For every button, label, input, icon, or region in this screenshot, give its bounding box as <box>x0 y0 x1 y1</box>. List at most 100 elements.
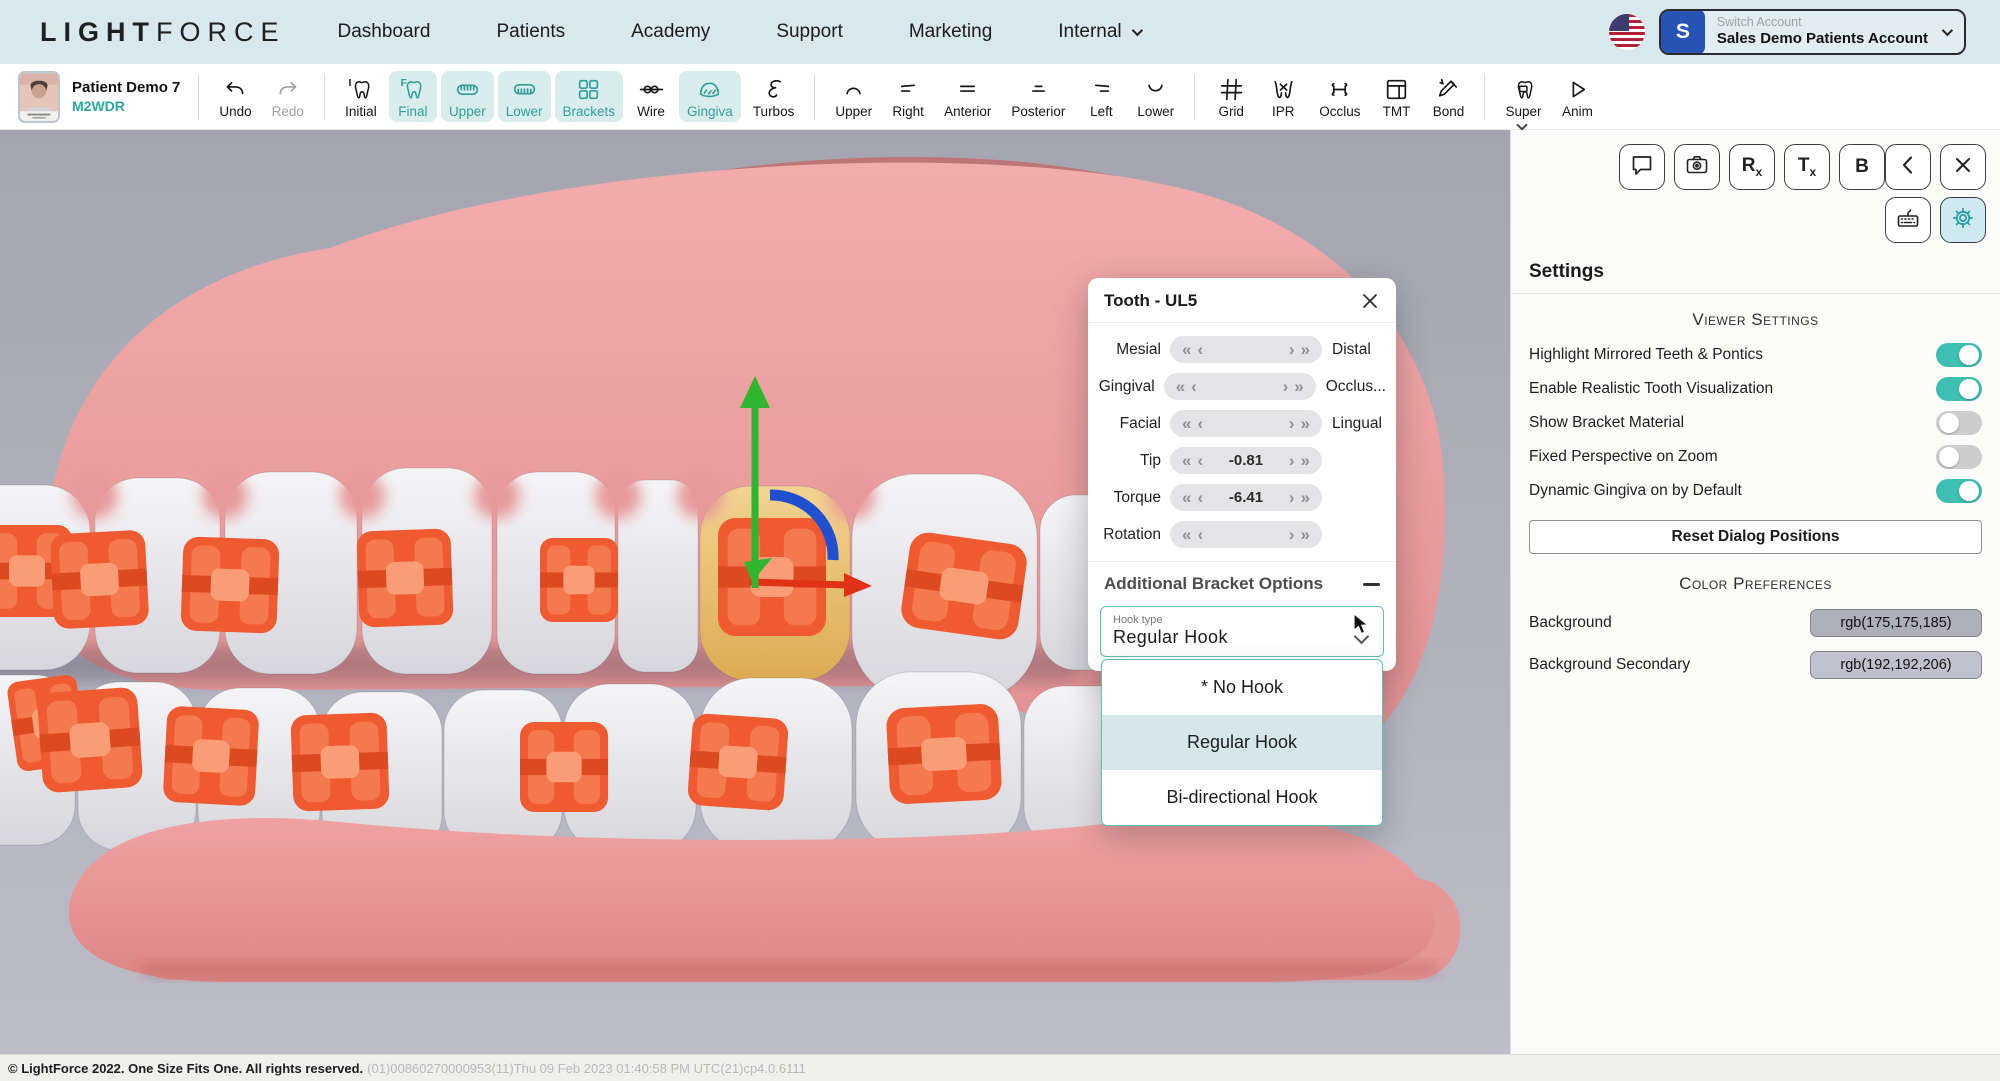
toolbar-button-redo[interactable]: Redo <box>264 71 312 122</box>
decrease-button[interactable]: ‹ <box>1194 415 1206 432</box>
close-panel-button[interactable] <box>1940 144 1986 190</box>
toolbar-button-lower[interactable]: Lower <box>497 71 551 122</box>
toolbar-button-anim[interactable]: Anim <box>1554 71 1602 122</box>
fast-increase-button[interactable]: » <box>1298 526 1313 543</box>
nav-item-patients[interactable]: Patients <box>496 21 565 43</box>
toolbar-button-occlus[interactable]: Occlus <box>1311 71 1368 122</box>
fast-decrease-button[interactable]: « <box>1179 489 1194 506</box>
toggle-show-bracket-material[interactable] <box>1936 411 1982 435</box>
bracket[interactable] <box>520 722 608 812</box>
bracket[interactable] <box>180 536 280 634</box>
toolbar-button-wire[interactable]: Wire <box>627 71 675 122</box>
toolbar-button-super[interactable]: Super <box>1497 71 1549 131</box>
bracket[interactable] <box>37 687 144 794</box>
toolbar-button-upper[interactable]: Upper <box>440 71 494 122</box>
fast-decrease-button[interactable]: « <box>1173 378 1188 395</box>
bracket[interactable] <box>899 530 1029 641</box>
toggle-enable-realistic-tooth-visualization[interactable] <box>1936 377 1982 401</box>
hook-option-regular-hook[interactable]: Regular Hook <box>1102 715 1382 770</box>
toolbar-button-lower[interactable]: Lower <box>1129 71 1182 122</box>
viewer-settings-toggles: Highlight Mirrored Teeth & Pontics Enabl… <box>1511 338 2000 508</box>
increase-button[interactable]: › <box>1286 526 1298 543</box>
fast-increase-button[interactable]: » <box>1298 341 1313 358</box>
keyboard-shortcuts-button[interactable] <box>1885 197 1931 243</box>
decrease-button[interactable]: ‹ <box>1194 341 1206 358</box>
undo-icon <box>222 75 249 103</box>
toolbar-button-grid[interactable]: Grid <box>1207 71 1255 122</box>
decrease-button[interactable]: ‹ <box>1194 489 1206 506</box>
fast-decrease-button[interactable]: « <box>1179 341 1194 358</box>
rx-button[interactable]: Rx <box>1729 144 1775 190</box>
toolbar-button-initial[interactable]: I Initial <box>337 71 385 122</box>
toolbar-button-left[interactable]: Left <box>1077 71 1125 122</box>
bracket[interactable] <box>356 528 454 628</box>
bold-button[interactable]: B <box>1839 144 1885 190</box>
hook-option-no-hook[interactable]: * No Hook <box>1102 660 1382 715</box>
bracket[interactable] <box>290 712 390 812</box>
close-icon <box>1950 152 1976 183</box>
toggle-fixed-perspective-on-zoom[interactable] <box>1936 445 1982 469</box>
toggle-dynamic-gingiva-on-by-default[interactable] <box>1936 479 1982 503</box>
gingiva-icon <box>696 75 723 103</box>
increase-button[interactable]: › <box>1280 378 1292 395</box>
3d-viewer[interactable]: Tooth - UL5 Mesial « ‹ › » Distal Gingiv… <box>0 130 1510 1054</box>
tx-button[interactable]: Tx <box>1784 144 1830 190</box>
color-value-button-background-secondary[interactable]: rgb(192,192,206) <box>1810 651 1982 679</box>
camera-button[interactable] <box>1674 144 1720 190</box>
fast-increase-button[interactable]: » <box>1298 452 1313 469</box>
fast-decrease-button[interactable]: « <box>1179 415 1194 432</box>
increase-button[interactable]: › <box>1286 452 1298 469</box>
nav-item-marketing[interactable]: Marketing <box>909 21 992 43</box>
increase-button[interactable]: › <box>1286 415 1298 432</box>
bracket[interactable] <box>50 530 150 630</box>
decrease-button[interactable]: ‹ <box>1194 526 1206 543</box>
toolbar-button-upper[interactable]: Upper <box>827 71 880 122</box>
nav-item-support[interactable]: Support <box>776 21 843 43</box>
toolbar-button-gingiva[interactable]: Gingiva <box>679 71 741 122</box>
toolbar-button-posterior[interactable]: Posterior <box>1003 71 1073 122</box>
toolbar-button-brackets[interactable]: Brackets <box>554 71 624 122</box>
fast-increase-button[interactable]: » <box>1298 415 1313 432</box>
color-preference-rows: Background rgb(175,175,185) Background S… <box>1511 602 2000 686</box>
fast-decrease-button[interactable]: « <box>1179 452 1194 469</box>
increase-button[interactable]: › <box>1286 341 1298 358</box>
account-switcher[interactable]: S Switch Account Sales Demo Patients Acc… <box>1658 9 1966 55</box>
comment-button[interactable] <box>1619 144 1665 190</box>
nav-item-internal[interactable]: Internal <box>1058 21 1143 43</box>
bracket[interactable] <box>886 703 1003 805</box>
toolbar-button-anterior[interactable]: Anterior <box>936 71 999 122</box>
toolbar-button-undo[interactable]: Undo <box>211 71 259 122</box>
fast-increase-button[interactable]: » <box>1298 489 1313 506</box>
fast-increase-button[interactable]: » <box>1291 378 1306 395</box>
nav-item-dashboard[interactable]: Dashboard <box>338 21 431 43</box>
toolbar-button-bond[interactable]: Bond <box>1424 71 1472 122</box>
nav-item-academy[interactable]: Academy <box>631 21 710 43</box>
fast-decrease-button[interactable]: « <box>1179 526 1194 543</box>
settings-gear-button[interactable] <box>1940 197 1986 243</box>
patient-id[interactable]: M2WDR <box>72 98 180 114</box>
additional-bracket-options-header[interactable]: Additional Bracket Options <box>1088 561 1396 602</box>
collapse-icon[interactable] <box>1363 582 1380 586</box>
toolbar-button-ipr[interactable]: IPR <box>1259 71 1307 122</box>
toolbar-button-final[interactable]: F Final <box>388 71 437 122</box>
increase-button[interactable]: › <box>1286 489 1298 506</box>
reset-dialog-positions-button[interactable]: Reset Dialog Positions <box>1529 520 1982 554</box>
chevron-down-icon[interactable] <box>1516 119 1529 131</box>
hook-type-select[interactable]: Hook type Regular Hook * No Hook Regular… <box>1100 606 1384 826</box>
close-icon[interactable] <box>1360 291 1380 311</box>
toggle-highlight-mirrored-teeth-pontics[interactable] <box>1936 343 1982 367</box>
toolbar-button-turbos[interactable]: Turbos <box>745 71 803 122</box>
bracket[interactable] <box>163 706 260 807</box>
collapse-panel-button[interactable] <box>1885 144 1931 190</box>
decrease-button[interactable]: ‹ <box>1194 452 1206 469</box>
decrease-button[interactable]: ‹ <box>1188 378 1200 395</box>
toolbar-button-right[interactable]: Right <box>884 71 932 122</box>
hook-option-bi-directional-hook[interactable]: Bi-directional Hook <box>1102 770 1382 825</box>
bracket[interactable] <box>718 518 826 636</box>
patient-card[interactable]: Patient Demo 7 M2WDR <box>10 70 188 123</box>
color-value-button-background[interactable]: rgb(175,175,185) <box>1810 609 1982 637</box>
lightforce-logo[interactable]: LIGHTFORCE <box>40 17 286 48</box>
toolbar-button-tmt[interactable]: TMT <box>1372 71 1420 122</box>
bracket[interactable] <box>540 538 618 622</box>
bracket[interactable] <box>687 713 789 811</box>
